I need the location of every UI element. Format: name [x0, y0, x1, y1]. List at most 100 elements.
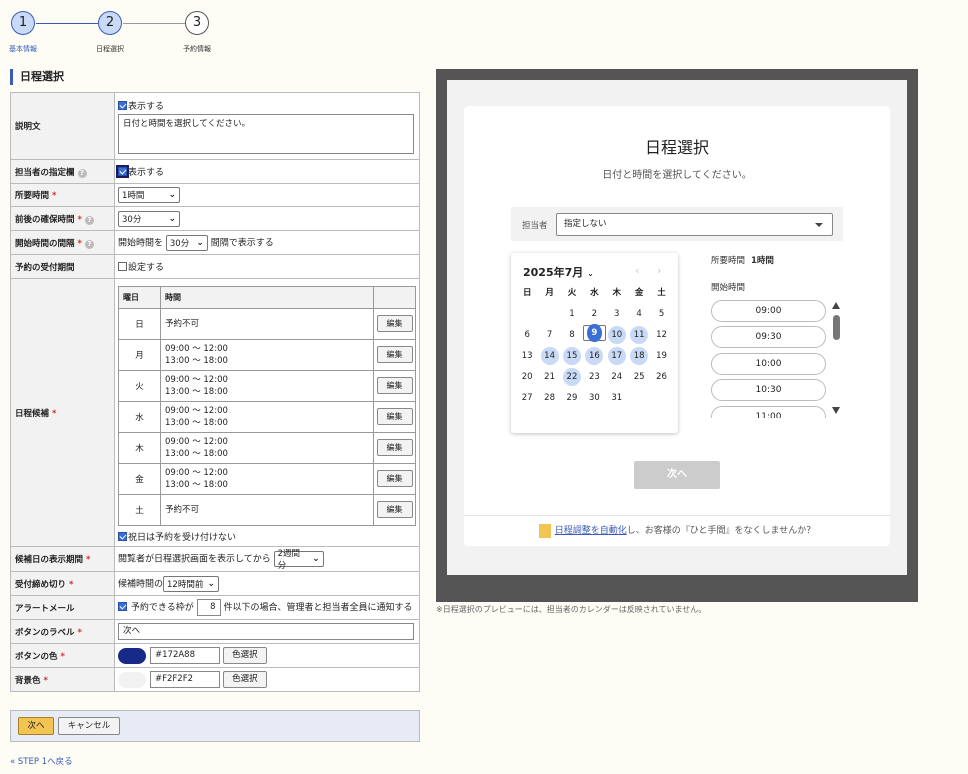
description-label: 説明文 — [10, 92, 115, 160]
calendar-day[interactable]: 9 — [583, 324, 606, 342]
calendar-day[interactable]: 11 — [628, 325, 650, 346]
time-slot-button[interactable]: 09:30 — [711, 326, 826, 349]
calendar-day-number: 12 — [656, 330, 667, 340]
calendar-empty-cell — [628, 388, 650, 409]
display-period-prefix: 閲覧者が日程選択画面を表示してから — [118, 554, 271, 565]
calendar-day-number: 21 — [544, 372, 555, 382]
calendar-day[interactable]: 14 — [538, 346, 560, 367]
staff-show-checkbox[interactable] — [116, 165, 129, 178]
calendar-day-number: 10 — [607, 326, 626, 344]
automation-link[interactable]: 日程調整を自動化 — [555, 526, 627, 536]
calendar-day: 21 — [538, 367, 560, 388]
bg-color-pick-button[interactable]: 色選択 — [222, 671, 267, 688]
calendar-month[interactable]: 2025年7月 ⌄ — [523, 264, 594, 280]
time-list-scrollbar[interactable] — [832, 302, 841, 414]
edit-button[interactable]: 編集 — [376, 501, 413, 518]
calendar-day-number: 24 — [611, 372, 623, 382]
period-set-checkbox[interactable] — [118, 262, 127, 271]
table-row: 木 09:00 〜 12:00 13:00 〜 18:00 編集 — [118, 431, 416, 464]
time-slot-button[interactable]: 09:00 — [711, 300, 826, 322]
weekday-header: 金 — [634, 288, 644, 298]
alert-checkbox[interactable] — [118, 602, 127, 611]
time-cell: 09:00 〜 12:00 13:00 〜 18:00 — [160, 400, 374, 433]
calendar-day[interactable]: 18 — [628, 346, 650, 367]
edit-button[interactable]: 編集 — [376, 470, 413, 487]
button-color-pick-button[interactable]: 色選択 — [222, 647, 267, 664]
display-period-label: 候補日の表示期間 * — [10, 546, 115, 572]
calendar-day: 31 — [606, 388, 628, 409]
calendar-day-number: 26 — [656, 372, 667, 382]
step-1-label[interactable]: 基本情報 — [0, 44, 48, 54]
duration-label: 所要時間 * — [10, 183, 115, 207]
button-label-label: ボタンのラベル * — [10, 619, 115, 644]
calendar-day-number: 28 — [544, 393, 555, 403]
duration-select[interactable]: 1時間 ⌄ — [118, 187, 180, 203]
deadline-prefix: 候補時間の — [118, 579, 164, 589]
calendar-empty-cell — [516, 304, 538, 325]
weekday-header: 水 — [590, 288, 599, 298]
step-3-label: 予約情報 — [183, 45, 211, 53]
help-icon[interactable]: ? — [84, 239, 94, 249]
calendar-day-number: 19 — [656, 351, 667, 361]
caret-down-icon — [815, 223, 823, 227]
staff-label: 担当者の指定欄? — [10, 159, 115, 184]
button-color-input[interactable]: #172A88 — [150, 647, 220, 664]
edit-button[interactable]: 編集 — [376, 346, 413, 363]
cancel-button[interactable]: キャンセル — [58, 717, 120, 735]
calendar-day[interactable]: 16 — [583, 346, 605, 367]
step-2-label: 日程選択 — [96, 45, 124, 53]
preview-next-button[interactable]: 次へ — [634, 461, 720, 489]
double-chevron-left-icon: « — [10, 757, 16, 767]
calendar-grid: 日月火水木金土 1 2 3 4 5 6 7 8 9 10 11 12 13 14 15 16 17 18 19 20 21… — [516, 283, 673, 409]
button-color-swatch — [118, 647, 146, 664]
calendar-day-number: 25 — [633, 372, 645, 382]
display-period-select[interactable]: 2週間分 ⌄ — [273, 549, 324, 571]
edit-button[interactable]: 編集 — [376, 315, 413, 332]
calendar-day[interactable]: 22 — [561, 367, 583, 388]
calendar-day: 6 — [516, 325, 538, 346]
time-slot-button[interactable]: 10:00 — [711, 352, 826, 375]
bg-color-swatch — [118, 671, 146, 688]
preview-footer: 日程調整を自動化し、お客様の『ひと手間』をなくしませんか？ — [464, 515, 890, 546]
calendar-day-number: 5 — [658, 309, 665, 319]
buffer-label: 前後の確保時間 *? — [10, 206, 115, 231]
calendar-day: 20 — [516, 367, 538, 388]
edit-button[interactable]: 編集 — [376, 439, 413, 456]
help-icon[interactable]: ? — [84, 215, 94, 225]
preview-card: 日程選択 日付と時間を選択してください。 担当者 指定しない 2025年7月 ⌄… — [464, 106, 890, 546]
calendar-day: 19 — [650, 346, 672, 367]
button-label-input[interactable]: 次へ — [118, 623, 414, 640]
holiday-checkbox[interactable] — [118, 531, 127, 541]
description-textarea[interactable]: 日付と時間を選択してください。 — [118, 113, 414, 154]
calendar-day[interactable]: 10 — [606, 325, 628, 346]
next-month-icon[interactable]: › — [657, 264, 661, 277]
edit-button[interactable]: 編集 — [376, 377, 413, 394]
deadline-select[interactable]: 12時間前 ⌄ — [163, 575, 220, 592]
time-slot-button[interactable]: 10:30 — [711, 379, 826, 402]
table-row: 日 予約不可 編集 — [118, 307, 416, 340]
next-button[interactable]: 次へ — [18, 717, 54, 735]
prev-month-icon[interactable]: ‹ — [635, 264, 639, 277]
preview-staff-select[interactable]: 指定しない — [556, 213, 833, 236]
help-icon[interactable]: ? — [77, 168, 87, 178]
calendar-day[interactable]: 15 — [561, 346, 583, 367]
alert-count-input[interactable]: 8 — [196, 599, 221, 616]
scroll-up-icon — [832, 302, 840, 309]
bg-color-input[interactable]: #F2F2F2 — [150, 671, 220, 688]
table-row: 水 09:00 〜 12:00 13:00 〜 18:00 編集 — [118, 400, 416, 433]
schedule-table: 曜日 時間 日 予約不可 編集 月 09:00 〜 12:00 13:00 〜 1… — [118, 285, 416, 526]
time-slot-button[interactable]: 11:00 — [711, 405, 826, 418]
day-cell: 月 — [118, 338, 161, 371]
calendar-day[interactable]: 17 — [606, 346, 628, 367]
step-1[interactable]: 1 — [11, 11, 35, 35]
table-row: 金 09:00 〜 12:00 13:00 〜 18:00 編集 — [118, 462, 416, 495]
staff-show-label: 表示する — [128, 168, 165, 178]
interval-select[interactable]: 30分 ⌄ — [165, 234, 208, 251]
calendar-empty-cell — [650, 388, 672, 409]
back-link[interactable]: « STEP 1へ戻る — [10, 755, 73, 767]
description-show-checkbox[interactable] — [118, 100, 127, 110]
candidates-label: 日程候補 * — [10, 278, 115, 547]
calendar-day: 8 — [561, 325, 583, 346]
buffer-select[interactable]: 30分 ⌄ — [118, 210, 180, 227]
edit-button[interactable]: 編集 — [376, 408, 413, 425]
